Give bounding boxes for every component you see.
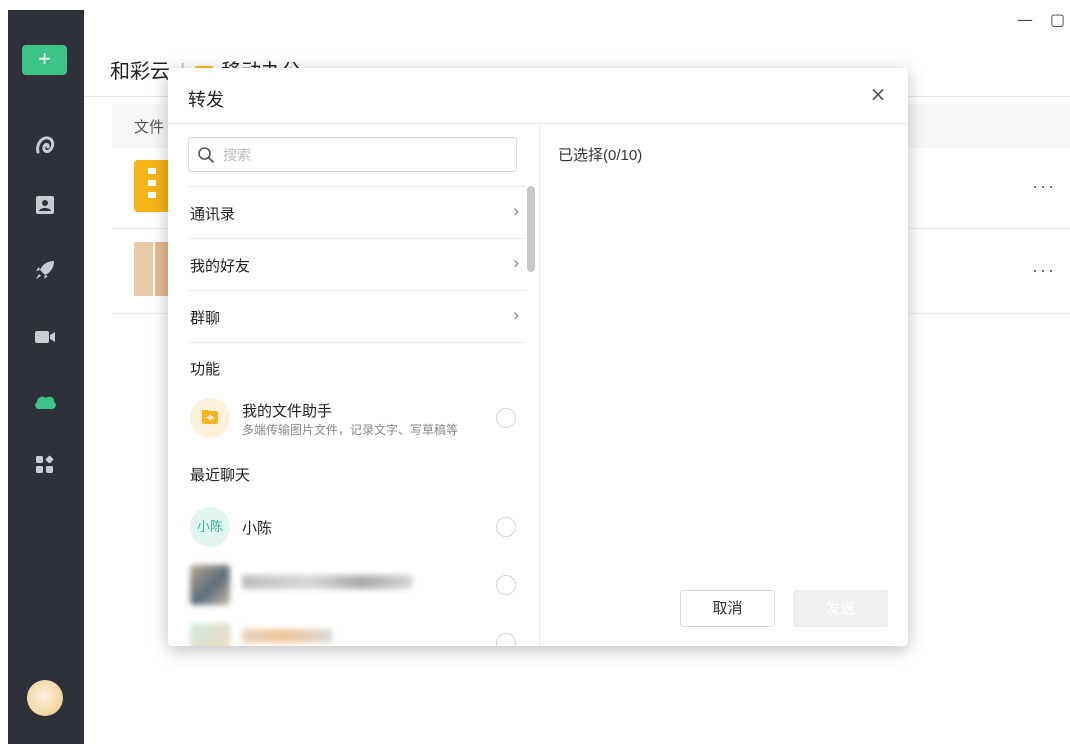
recent-chat-item[interactable] (188, 615, 526, 646)
send-button[interactable]: 发送 (793, 590, 888, 627)
chevron-right-icon: › (512, 201, 520, 222)
cancel-button[interactable]: 取消 (680, 590, 775, 627)
add-button[interactable]: + (22, 45, 67, 75)
chevron-right-icon: › (512, 253, 520, 274)
column-header-file[interactable]: 文件 (134, 116, 164, 137)
recent-chat-item[interactable]: 小陈 小陈 (188, 499, 526, 555)
contact-name: 小陈 (242, 520, 273, 537)
contact-avatar (190, 565, 230, 605)
search-input[interactable] (223, 145, 503, 165)
nav-item-label: 通讯录 (190, 206, 236, 223)
search-box[interactable] (188, 137, 517, 172)
section-heading-function: 功能 (190, 361, 221, 378)
scrollbar-thumb[interactable] (527, 186, 535, 272)
file-assistant-avatar (190, 398, 230, 438)
forward-dialog: 转发 × 通讯录 › 我的好友 › 群聊 › 功能 我的文件助手 多端传输图片文… (168, 68, 908, 646)
select-radio[interactable] (496, 633, 516, 646)
nav-item-contacts[interactable]: 通讯录 › (188, 186, 526, 238)
video-icon[interactable] (30, 322, 60, 352)
section-heading-recent: 最近聊天 (190, 467, 251, 484)
nav-item-label: 我的好友 (190, 258, 251, 275)
contact-name-redacted (242, 575, 412, 589)
more-options-button[interactable]: ··· (1032, 176, 1056, 197)
more-options-button[interactable]: ··· (1032, 260, 1056, 281)
selected-count: 已选择(0/10) (558, 147, 643, 164)
cloud-icon[interactable] (30, 386, 60, 416)
search-icon (197, 146, 215, 164)
nav-item-friends[interactable]: 我的好友 › (188, 238, 526, 290)
nav-item-label: 群聊 (190, 310, 221, 327)
contact-name-redacted (242, 629, 332, 643)
dialog-divider (168, 123, 908, 124)
rocket-icon[interactable] (30, 255, 60, 285)
contact-avatar (190, 623, 230, 646)
file-assistant-item[interactable]: 我的文件助手 多端传输图片文件，记录文字、写草稿等 (188, 390, 526, 446)
dialog-title: 转发 (188, 90, 224, 110)
sidebar: + (8, 10, 84, 744)
minimize-button[interactable]: — (1017, 10, 1033, 29)
album-icon[interactable] (30, 130, 60, 160)
file-assistant-desc: 多端传输图片文件，记录文字、写草稿等 (242, 423, 459, 437)
select-radio[interactable] (496, 517, 516, 537)
panel-divider (539, 124, 540, 646)
maximize-button[interactable]: ▢ (1050, 10, 1065, 29)
select-radio[interactable] (496, 575, 516, 595)
apps-icon[interactable] (30, 450, 60, 480)
chevron-right-icon: › (512, 305, 520, 326)
contact-avatar: 小陈 (190, 507, 230, 547)
row-divider (188, 342, 526, 343)
app-name[interactable]: 和彩云 (110, 61, 170, 83)
close-icon[interactable]: × (866, 82, 890, 106)
contact-card-icon[interactable] (30, 190, 60, 220)
recent-chat-item[interactable] (188, 557, 526, 613)
file-assistant-name: 我的文件助手 (242, 403, 333, 420)
nav-item-groups[interactable]: 群聊 › (188, 290, 526, 342)
select-radio[interactable] (496, 408, 516, 428)
user-avatar[interactable] (27, 680, 63, 716)
